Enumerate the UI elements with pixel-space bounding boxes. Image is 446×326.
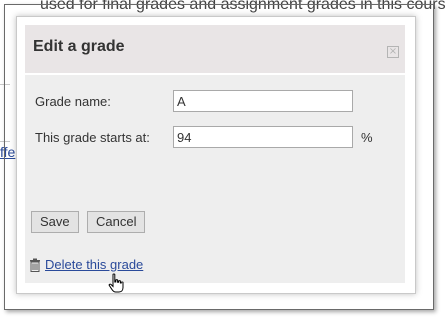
delete-row: Delete this grade — [29, 257, 143, 272]
background-panel-edge — [0, 84, 10, 142]
percent-suffix: % — [361, 130, 373, 145]
edit-grade-dialog: Edit a grade × Grade name: This grade st… — [16, 16, 416, 294]
delete-grade-link[interactable]: Delete this grade — [45, 257, 143, 272]
starts-at-input[interactable] — [173, 126, 353, 148]
grade-name-input[interactable] — [173, 90, 353, 112]
trash-icon — [30, 258, 40, 272]
dialog-titlebar: Edit a grade × — [25, 25, 405, 73]
grade-name-label: Grade name: — [35, 94, 111, 109]
dialog-body: Grade name: This grade starts at: % Save… — [25, 75, 405, 293]
background-course-text: used for final grades and assignment gra… — [40, 0, 446, 13]
close-icon[interactable]: × — [387, 46, 399, 58]
hand-cursor-icon — [108, 273, 124, 293]
background-link-fragment[interactable]: ffe — [0, 144, 15, 160]
cancel-button[interactable]: Cancel — [87, 211, 146, 233]
save-button[interactable]: Save — [31, 211, 79, 233]
dialog-title: Edit a grade — [33, 38, 125, 55]
starts-at-label: This grade starts at: — [35, 130, 150, 145]
